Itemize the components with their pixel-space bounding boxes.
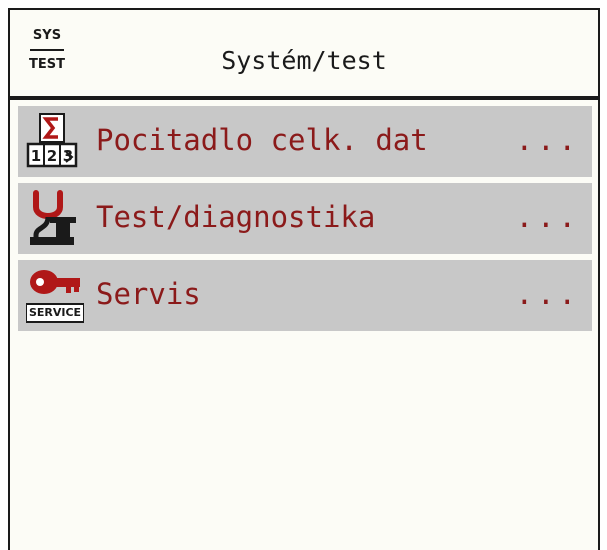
more-indicator: ...: [515, 123, 580, 157]
service-key-icon: SERVICE: [25, 266, 85, 326]
sigma-counter-icon: 1 2 3: [26, 112, 84, 172]
more-indicator: ...: [515, 277, 580, 311]
menu-item-label: Servis: [96, 277, 201, 311]
stethoscope-icon: [26, 189, 84, 249]
more-indicator: ...: [515, 200, 580, 234]
menu-item-test-diagnostics[interactable]: Test/diagnostika ...: [18, 183, 592, 254]
svg-text:2: 2: [47, 147, 57, 165]
menu-list: 1 2 3 Pocitadlo celk. dat ... Test/diagn…: [18, 106, 592, 337]
menu-item-total-data-counter[interactable]: 1 2 3 Pocitadlo celk. dat ...: [18, 106, 592, 177]
page-title: Systém/test: [221, 46, 387, 75]
sys-icon-top-label: SYS: [32, 28, 62, 43]
menu-item-label: Pocitadlo celk. dat: [96, 123, 428, 157]
menu-item-label: Test/diagnostika: [96, 200, 376, 234]
terminal-screen: SYS TEST Systém/test 1 2 3 Pocitadlo cel…: [8, 8, 600, 550]
service-icon-label: SERVICE: [28, 306, 82, 319]
menu-item-service[interactable]: SERVICE Servis ...: [18, 260, 592, 331]
svg-text:1: 1: [31, 147, 41, 165]
header-divider: [10, 96, 598, 100]
header: SYS TEST Systém/test: [10, 10, 598, 96]
